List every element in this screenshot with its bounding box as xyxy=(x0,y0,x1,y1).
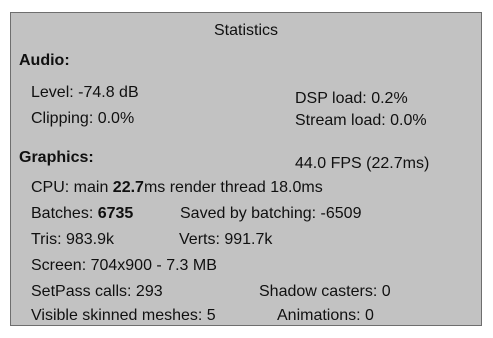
cpu-suffix: ms render thread 18.0ms xyxy=(143,179,323,196)
graphics-cpu: CPU: main 22.7ms render thread 18.0ms xyxy=(31,178,323,198)
audio-dsp-load: DSP load: 0.2% xyxy=(295,90,408,107)
batches-value: 6735 xyxy=(97,205,134,222)
graphics-header: Graphics: xyxy=(19,149,94,166)
graphics-batches: Batches: 6735 xyxy=(31,204,133,224)
graphics-verts: Verts: 991.7k xyxy=(179,231,273,248)
graphics-visible-skinned-meshes: Visible skinned meshes: 5 xyxy=(31,307,216,324)
audio-clipping: Clipping: 0.0% xyxy=(31,110,135,127)
audio-stream-load: Stream load: 0.0% xyxy=(295,112,427,129)
graphics-animations: Animations: 0 xyxy=(277,307,374,324)
cpu-prefix: CPU: main xyxy=(31,179,113,196)
graphics-saved-by-batching: Saved by batching: -6509 xyxy=(180,205,362,222)
graphics-setpass-calls: SetPass calls: 293 xyxy=(31,283,163,300)
audio-level: Level: -74.8 dB xyxy=(31,84,139,101)
batches-prefix: Batches: xyxy=(31,205,98,222)
graphics-shadow-casters: Shadow casters: 0 xyxy=(259,283,391,300)
graphics-tris: Tris: 983.9k xyxy=(31,231,114,248)
graphics-screen: Screen: 704x900 - 7.3 MB xyxy=(31,257,217,274)
cpu-main-value: 22.7 xyxy=(112,179,144,196)
graphics-fps: 44.0 FPS (22.7ms) xyxy=(295,155,430,172)
audio-header: Audio: xyxy=(19,52,70,69)
panel-title: Statistics xyxy=(213,22,278,39)
statistics-panel: Statistics Audio: Level: -74.8 dB Clippi… xyxy=(10,12,482,326)
